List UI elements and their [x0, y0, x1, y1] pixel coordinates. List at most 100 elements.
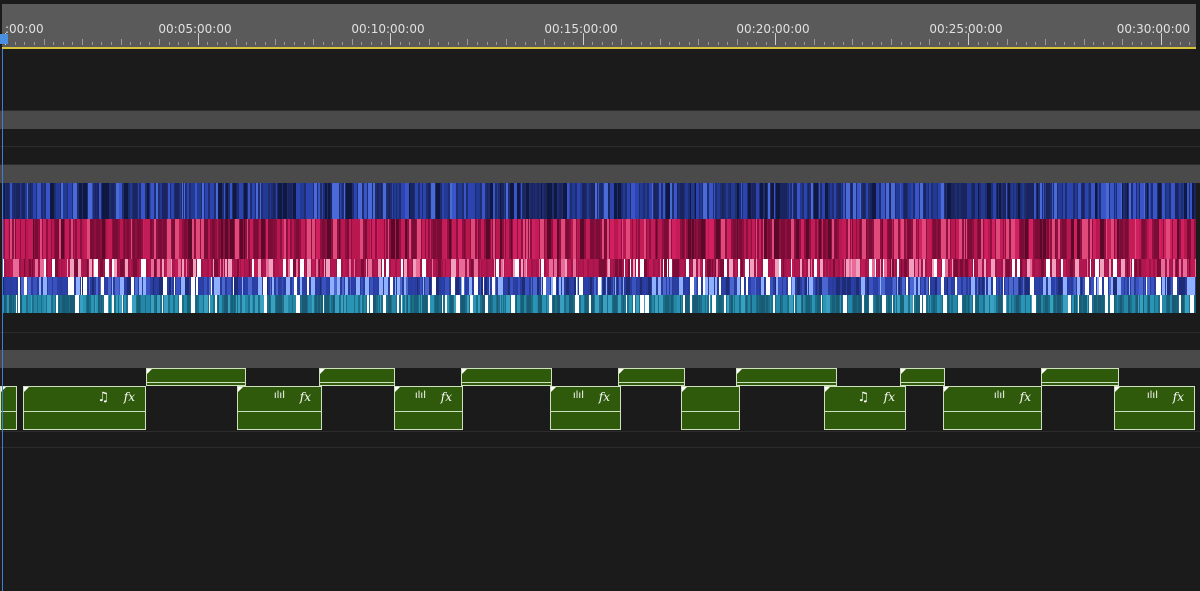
video-clip-sliver[interactable] — [1128, 295, 1130, 313]
video-clip-sliver[interactable] — [1147, 277, 1150, 295]
video-clip-sliver[interactable] — [279, 295, 282, 313]
video-clip-sliver[interactable] — [902, 277, 905, 295]
video-clip-sliver[interactable] — [162, 259, 164, 277]
video-clip-sliver[interactable] — [730, 277, 734, 295]
video-clip-sliver[interactable] — [1114, 295, 1115, 313]
video-clip-sliver[interactable] — [652, 277, 656, 295]
video-clip-sliver[interactable] — [869, 219, 872, 259]
video-clip-sliver[interactable] — [792, 259, 794, 277]
video-clip-sliver[interactable] — [127, 183, 128, 219]
video-clip-sliver[interactable] — [1079, 277, 1080, 295]
video-clip-sliver[interactable] — [430, 295, 434, 313]
video-clip-sliver[interactable] — [1003, 259, 1005, 277]
video-clip-sliver[interactable] — [112, 295, 114, 313]
video-clip-sliver[interactable] — [381, 219, 384, 259]
video-clip-sliver[interactable] — [957, 183, 959, 219]
video-clip-sliver[interactable] — [395, 277, 396, 295]
video-track-empty-3[interactable] — [0, 129, 1200, 147]
video-clip-sliver[interactable] — [945, 259, 948, 277]
video-clip-sliver[interactable] — [594, 277, 596, 295]
video-clip-sliver[interactable] — [1020, 259, 1022, 277]
video-clip-sliver[interactable] — [1085, 277, 1089, 295]
video-clip-sliver[interactable] — [150, 277, 152, 295]
video-clip-sliver[interactable] — [858, 295, 861, 313]
video-clip-sliver[interactable] — [976, 259, 977, 277]
video-clip-sliver[interactable] — [559, 277, 561, 295]
clip-volume-line[interactable] — [682, 411, 739, 412]
video-clip-sliver[interactable] — [584, 259, 587, 277]
video-clip-sliver[interactable] — [301, 219, 305, 259]
video-clip-sliver[interactable] — [717, 183, 720, 219]
video-clip-sliver[interactable] — [50, 183, 54, 219]
audio-clip[interactable]: ♫ fx — [23, 386, 146, 430]
video-clip-sliver[interactable] — [1138, 295, 1139, 313]
video-clip-sliver[interactable] — [83, 295, 86, 313]
video-clip-sliver[interactable] — [355, 295, 358, 313]
video-clip-sliver[interactable] — [1052, 259, 1056, 277]
video-clip-sliver[interactable] — [1082, 183, 1084, 219]
video-clip-sliver[interactable] — [549, 259, 553, 277]
video-clip-sliver[interactable] — [511, 277, 513, 295]
video-clip-sliver[interactable] — [255, 295, 258, 313]
video-clip-sliver[interactable] — [101, 295, 102, 313]
video-clip-sliver[interactable] — [199, 295, 203, 313]
video-clip-sliver[interactable] — [614, 183, 617, 219]
video-clip-sliver[interactable] — [312, 219, 315, 259]
video-clip-sliver[interactable] — [412, 277, 415, 295]
video-clip-sliver[interactable] — [623, 277, 624, 295]
video-clip-sliver[interactable] — [6, 183, 9, 219]
video-clip-sliver[interactable] — [670, 277, 672, 295]
video-clip-sliver[interactable] — [55, 259, 58, 277]
video-clip-sliver[interactable] — [933, 219, 936, 259]
video-clip-sliver[interactable] — [83, 277, 87, 295]
video-clip-sliver[interactable] — [234, 295, 235, 313]
video-clip-sliver[interactable] — [1092, 259, 1093, 277]
video-clip-sliver[interactable] — [1170, 219, 1172, 259]
video-clip-sliver[interactable] — [43, 219, 46, 259]
video-clip-sliver[interactable] — [762, 295, 765, 313]
video-clip-sliver[interactable] — [848, 295, 852, 313]
video-clip-sliver[interactable] — [794, 295, 795, 313]
video-clip-sliver[interactable] — [906, 277, 908, 295]
audio-clip[interactable] — [319, 368, 395, 386]
video-clip-sliver[interactable] — [191, 295, 195, 313]
video-clip-sliver[interactable] — [929, 183, 931, 219]
video-clip-sliver[interactable] — [435, 295, 439, 313]
video-clip-sliver[interactable] — [644, 219, 646, 259]
video-clip-sliver[interactable] — [1005, 277, 1008, 295]
video-clip-sliver[interactable] — [804, 259, 806, 277]
video-clip-sliver[interactable] — [378, 295, 379, 313]
video-clip-sliver[interactable] — [108, 295, 109, 313]
video-clip-sliver[interactable] — [1164, 259, 1165, 277]
video-clip-sliver[interactable] — [197, 183, 201, 219]
video-clip-sliver[interactable] — [636, 259, 638, 277]
video-clip-sliver[interactable] — [699, 295, 700, 313]
video-clip-sliver[interactable] — [10, 219, 12, 259]
video-clip-sliver[interactable] — [817, 219, 818, 259]
video-clip-sliver[interactable] — [535, 219, 539, 259]
video-clip-sliver[interactable] — [40, 219, 42, 259]
video-clip-sliver[interactable] — [464, 219, 465, 259]
video-clip-sliver[interactable] — [1121, 277, 1124, 295]
video-clip-sliver[interactable] — [633, 219, 636, 259]
video-clip-sliver[interactable] — [429, 259, 430, 277]
video-clip-sliver[interactable] — [1113, 259, 1117, 277]
video-clip-sliver[interactable] — [801, 219, 804, 259]
video-clip-sliver[interactable] — [841, 183, 842, 219]
video-clip-sliver[interactable] — [469, 277, 472, 295]
video-clip-sliver[interactable] — [354, 183, 357, 219]
clip-volume-line[interactable] — [395, 411, 462, 412]
video-clip-sliver[interactable] — [151, 295, 154, 313]
video-clip-sliver[interactable] — [196, 219, 200, 259]
video-clip-sliver[interactable] — [1155, 295, 1158, 313]
video-clip-sliver[interactable] — [502, 295, 503, 313]
video-clip-sliver[interactable] — [402, 295, 403, 313]
video-clip-sliver[interactable] — [493, 295, 496, 313]
video-clip-sliver[interactable] — [1185, 295, 1189, 313]
video-clip-sliver[interactable] — [680, 259, 684, 277]
video-clip-sliver[interactable] — [618, 183, 621, 219]
video-clip-sliver[interactable] — [504, 219, 505, 259]
video-clip-sliver[interactable] — [876, 295, 879, 313]
video-clip-sliver[interactable] — [1014, 183, 1016, 219]
video-clip-sliver[interactable] — [214, 259, 218, 277]
